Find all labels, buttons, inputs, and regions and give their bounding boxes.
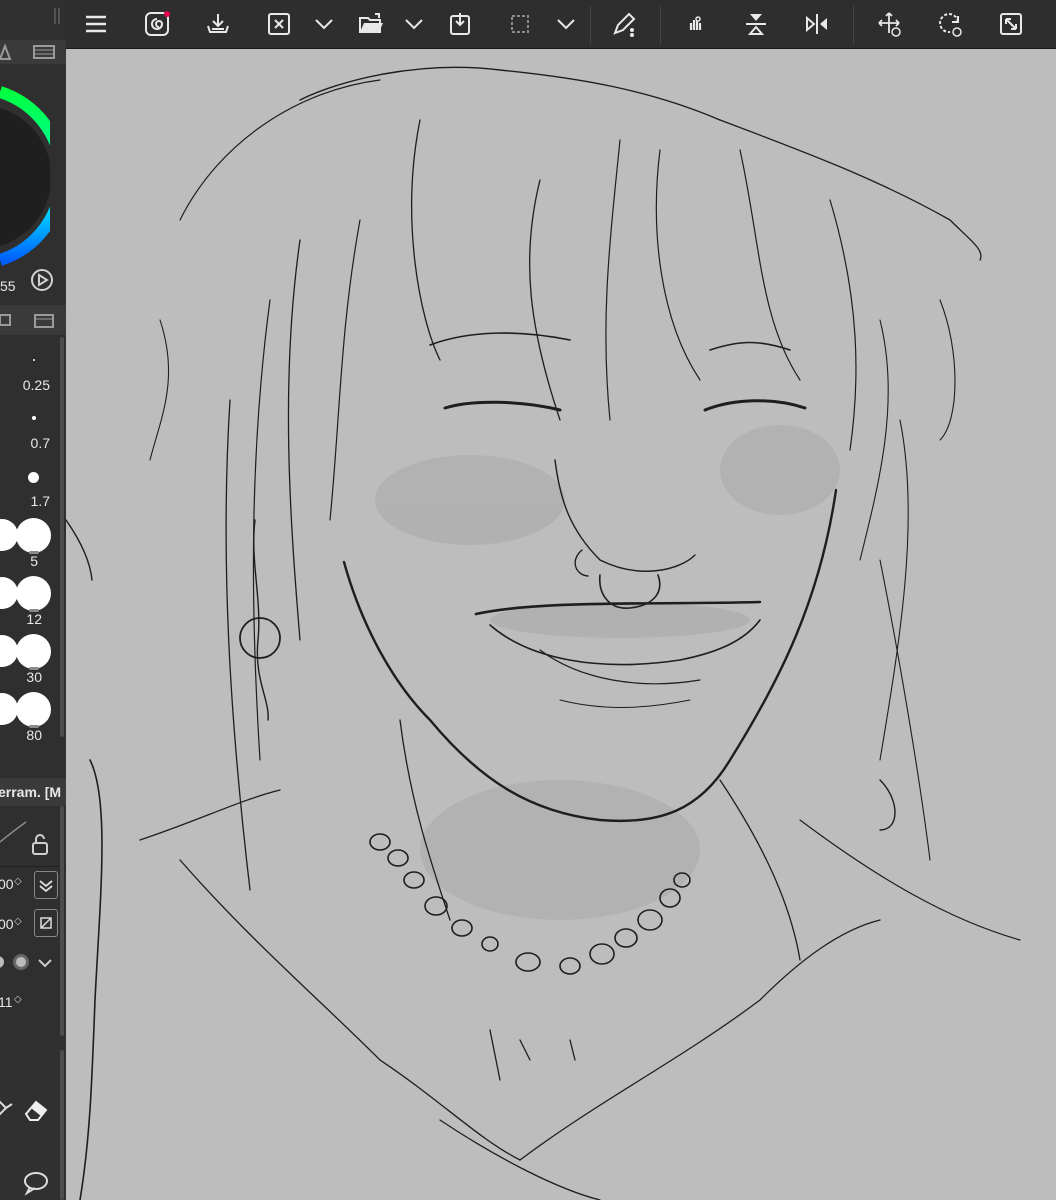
close-icon [268,13,290,35]
flip-vertical-icon [746,14,766,35]
close-button[interactable] [261,6,297,42]
tool-palette [0,1050,66,1200]
field1-toggle-icon[interactable] [34,871,58,899]
clip-studio-icon [145,11,170,36]
close-dropdown-button[interactable] [306,6,342,42]
hand-icon [689,16,702,30]
toolbar-separator [853,6,854,44]
open-button[interactable] [353,6,389,42]
pen-settings-button[interactable] [606,6,642,42]
toolbar-separator [590,6,591,44]
brush-size-item[interactable]: 30 [0,633,60,691]
play-icon[interactable] [30,268,54,292]
menu-button[interactable] [78,6,114,42]
color-panel-tabs [0,40,66,64]
fullscreen-icon [1000,13,1022,35]
brush-size-item[interactable]: 80 [0,691,60,749]
palette-tab-icon[interactable] [0,43,12,61]
brush-size-label: 80 [26,727,42,743]
hand-button[interactable] [678,6,714,42]
tool-property-panel: erram. [M 00 ◇ 00 ◇ 11 ◇ [0,776,66,1046]
brush-size-label: 5 [30,553,38,569]
flip-vertical-button[interactable] [738,6,774,42]
selection-button[interactable] [502,6,538,42]
lock-icon[interactable] [30,834,50,856]
film-tab-icon[interactable] [32,43,56,61]
brush-size-item[interactable]: 1.7 [0,461,60,517]
brush-tip-icon[interactable] [10,952,32,972]
stepper-icon[interactable]: ◇ [14,876,22,887]
field3-value[interactable]: 11 [0,994,13,1010]
brush-size-item[interactable]: 0.25 [0,345,60,401]
brush-curve-icon [0,816,30,846]
brush-size-label: 0.7 [30,435,50,451]
open-dropdown-button[interactable] [396,6,432,42]
eraser-icon[interactable] [22,1096,50,1124]
brush-size-label: 12 [26,611,42,627]
rotate-icon [939,13,962,37]
scroll-handle[interactable] [60,337,64,737]
layers-tab-icon[interactable] [32,311,56,329]
pen-settings-icon [613,12,636,37]
brush-size-panel: 0.25 0.7 1.7 5 12 30 80 [0,305,66,775]
selection-icon [511,15,529,33]
chevron-down-icon [315,19,333,30]
brush-size-item[interactable]: 12 [0,575,60,633]
left-panel: 55 0.25 0.7 1.7 5 12 30 80 erram. [M 00 … [0,0,66,1200]
scroll-handle[interactable] [60,806,64,1036]
stepper-icon[interactable]: ◇ [14,916,22,927]
tool-name-label: erram. [M [0,784,62,800]
move-button[interactable] [871,6,907,42]
brush-size-label: 30 [26,669,42,685]
field1-value[interactable]: 00 [0,876,14,892]
brush-size-item[interactable]: 5 [0,517,60,575]
selection-dropdown-button[interactable] [548,6,584,42]
brush-size-item[interactable]: 0.7 [0,403,60,459]
speech-bubble-icon[interactable] [22,1170,50,1196]
chevron-down-icon [405,19,423,30]
color-value-label: 55 [0,278,16,294]
toolbar-separator [660,6,661,44]
import-icon [450,13,470,35]
stepper-icon[interactable]: ◇ [14,994,22,1005]
drawing-canvas[interactable] [66,49,1056,1200]
brush-tip-icon[interactable] [0,952,8,972]
rotate-button[interactable] [932,6,968,42]
top-toolbar [54,0,1056,49]
scroll-handle[interactable] [60,1050,64,1200]
brush-tab-icon[interactable] [0,311,14,329]
menu-icon [86,15,106,33]
chevron-down-icon[interactable] [36,954,54,972]
decoration-tool-icon[interactable] [0,1096,16,1122]
save-button[interactable] [200,6,236,42]
panel-grip[interactable] [52,6,62,26]
field2-value[interactable]: 00 [0,916,14,932]
import-button[interactable] [442,6,478,42]
sketch-artwork [66,66,1021,1200]
brush-size-tabs [0,305,66,335]
field2-toggle-icon[interactable] [34,909,58,937]
clip-studio-button[interactable] [139,6,175,42]
brush-size-label: 1.7 [30,493,50,509]
brush-size-label: 0.25 [22,377,50,393]
fullscreen-button[interactable] [993,6,1029,42]
move-icon [878,12,901,37]
flip-horizontal-icon [806,14,827,34]
color-wheel-panel: 55 [0,0,66,300]
chevron-down-icon [557,19,575,30]
hue-ring[interactable] [0,80,66,270]
flip-horizontal-button[interactable] [799,6,835,42]
save-icon [207,14,229,33]
open-folder-icon [359,13,383,33]
